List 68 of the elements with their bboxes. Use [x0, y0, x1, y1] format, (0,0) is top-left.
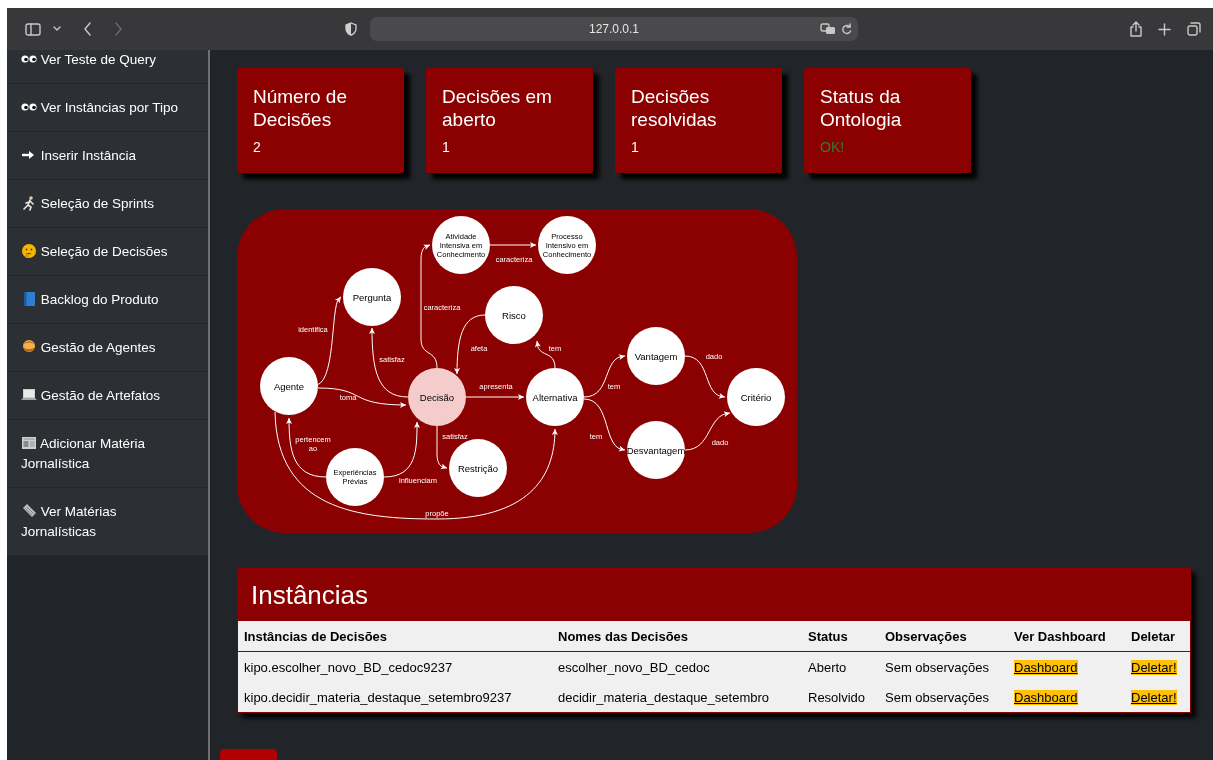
table-cell-text: kipo.decidir_materia_destaque_setembro9237 [243, 689, 513, 707]
sidebar-item[interactable]: Inserir Instância [7, 132, 208, 180]
sidebar-item[interactable]: Ver Instâncias por Tipo [7, 84, 208, 132]
laptop-icon [21, 387, 37, 403]
table-cell: Aberto [802, 651, 879, 682]
card-title: Número de Decisões [253, 85, 348, 131]
column-header: Nomes das Decisões [552, 621, 802, 652]
arrow [454, 314, 486, 375]
book-icon [21, 291, 37, 307]
chevron-down-icon[interactable] [53, 26, 61, 32]
address-bar[interactable]: 127.0.0.1 [370, 17, 858, 41]
sidebar-item[interactable]: Ver Matérias Jornalísticas [7, 488, 208, 556]
sidebar-item[interactable]: Gestão de Artefatos [7, 372, 208, 420]
newspaper-icon [21, 435, 37, 451]
dashboard-link[interactable]: Dashboard [1014, 690, 1078, 705]
translate-icon[interactable] [820, 23, 836, 35]
tabs-icon[interactable] [1187, 22, 1201, 36]
sidebar-toggle-icon[interactable] [25, 22, 41, 36]
card-title: Status da Ontologia [820, 85, 903, 131]
table-cell-text: Resolvido [807, 689, 867, 707]
arrow [583, 398, 626, 452]
arrow [465, 394, 525, 400]
column-header: Observações [879, 621, 1008, 652]
card-title: Decisões resolvidas [631, 85, 718, 131]
sidebar-item[interactable]: Backlog do Produto [7, 276, 208, 324]
delete-link[interactable]: Deletar! [1131, 660, 1177, 675]
runner-icon [21, 195, 37, 211]
node-label: Alternativa [532, 391, 578, 403]
card-value: 1 [631, 139, 640, 155]
reload-icon[interactable] [841, 23, 852, 35]
table-cell: kipo.escolher_novo_BD_cedoc9237 [238, 651, 552, 682]
node-label: Vantagem [634, 350, 678, 362]
sidebar-item[interactable]: Seleção de Decisões [7, 228, 208, 276]
column-header: Ver Dashboard [1008, 621, 1125, 652]
shield-icon[interactable] [345, 22, 357, 36]
table-cell: Sem observações [879, 651, 1008, 682]
sidebar-item[interactable]: Gestão de Agentes [7, 324, 208, 372]
arrow [489, 242, 537, 248]
node-label: Pergunta [352, 291, 392, 303]
column-header: Deletar [1125, 621, 1190, 652]
arrow [684, 355, 726, 399]
section-title: Instâncias [251, 579, 369, 611]
back-icon[interactable] [83, 22, 92, 36]
node-label: Decisão [419, 391, 455, 403]
arrow [583, 354, 626, 398]
delete-link[interactable]: Deletar! [1131, 690, 1177, 705]
table-cell-text: decidir_materia_destaque_setembro [557, 689, 770, 707]
node-label: Critério [740, 391, 772, 403]
share-icon[interactable] [1130, 21, 1142, 37]
rolled-newspaper-icon [21, 503, 37, 519]
card-value: OK! [820, 139, 846, 155]
sidebar-item[interactable]: Seleção de Sprints [7, 180, 208, 228]
card-value: 2 [253, 139, 262, 155]
column-header: Status [802, 621, 879, 652]
plus-icon[interactable] [1158, 22, 1171, 36]
dashboard-link[interactable]: Dashboard [1014, 660, 1078, 675]
sidebar-item[interactable]: Ver Teste de Query [7, 50, 208, 84]
card-value: 1 [442, 139, 451, 155]
sidebar-item[interactable]: Adicionar Matéria Jornalística [7, 420, 208, 488]
node-label: Desvantagem [626, 444, 686, 456]
node-label: Risco [502, 309, 526, 321]
table-cell-text: Sem observações [884, 689, 991, 707]
node-label: Restrição [457, 462, 499, 474]
node-label: Agente [273, 380, 305, 392]
column-header: Instâncias de Decisões [238, 621, 552, 652]
card-title: Decisões em aberto [442, 85, 553, 131]
table-cell: escolher_novo_BD_cedoc [552, 651, 802, 682]
arrow [684, 411, 731, 451]
